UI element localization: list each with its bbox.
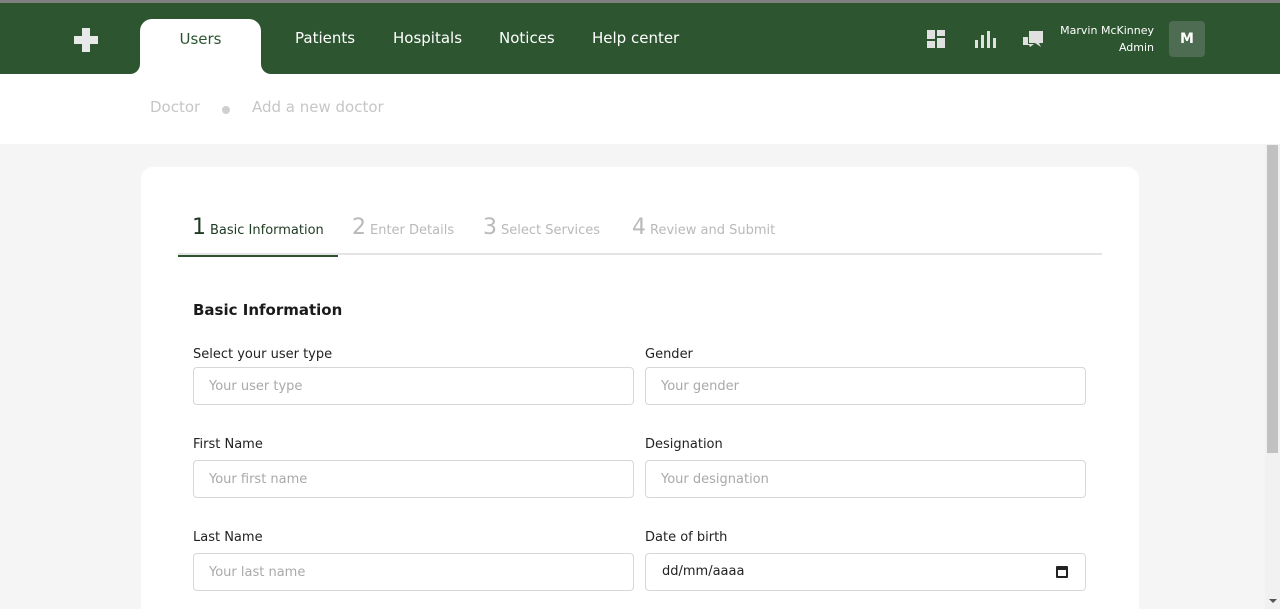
step-label: Select Services	[501, 223, 601, 238]
grid-icon[interactable]	[925, 28, 947, 50]
tab-users[interactable]: Users	[140, 19, 261, 74]
step-enter-details[interactable]: 2 Enter Details	[352, 215, 454, 255]
first-name-input[interactable]	[193, 460, 634, 498]
avatar[interactable]: M	[1169, 21, 1205, 57]
breadcrumb-parent[interactable]: Doctor	[150, 98, 200, 116]
step-number: 2	[352, 215, 366, 240]
gender-label: Gender	[645, 347, 693, 362]
user-type-label: Select your user type	[193, 347, 333, 362]
step-label: Review and Submit	[650, 223, 776, 238]
breadcrumb-current: Add a new doctor	[252, 98, 384, 116]
first-name-label: First Name	[193, 437, 263, 452]
breadcrumb: Doctor Add a new doctor	[0, 74, 1280, 144]
last-name-input[interactable]	[193, 553, 634, 591]
gender-input[interactable]	[645, 367, 1086, 405]
dob-value: dd/mm/aaaa	[662, 564, 745, 579]
dob-input[interactable]: dd/mm/aaaa	[645, 553, 1086, 591]
breadcrumb-separator	[222, 106, 230, 114]
user-name: Marvin McKinney	[1060, 24, 1154, 37]
tab-notices[interactable]: Notices	[499, 3, 555, 74]
step-basic-information[interactable]: 1 Basic Information	[178, 215, 338, 257]
user-role: Admin	[1118, 41, 1154, 54]
tab-hospitals[interactable]: Hospitals	[393, 3, 462, 74]
step-review-and-submit[interactable]: 4 Review and Submit	[632, 215, 775, 255]
tab-help-center[interactable]: Help center	[592, 3, 679, 74]
step-select-services[interactable]: 3 Select Services	[483, 215, 600, 255]
top-navbar: Users Patients Hospitals Notices Help ce…	[0, 3, 1280, 74]
designation-input[interactable]	[645, 460, 1086, 498]
page-scrollbar[interactable]	[1265, 144, 1280, 609]
section-title: Basic Information	[193, 301, 343, 319]
user-type-input[interactable]	[193, 367, 634, 405]
step-label: Enter Details	[370, 223, 455, 238]
bar-chart-icon[interactable]	[974, 28, 996, 50]
medical-cross-logo-icon[interactable]	[74, 28, 98, 52]
step-number: 1	[192, 215, 206, 240]
tab-patients[interactable]: Patients	[295, 3, 355, 74]
dob-label: Date of birth	[645, 530, 728, 545]
chat-icon[interactable]	[1022, 28, 1044, 50]
step-label: Basic Information	[210, 223, 324, 238]
user-info: Marvin McKinney Admin	[1060, 22, 1154, 56]
last-name-label: Last Name	[193, 530, 263, 545]
form-card: 1 Basic Information 2 Enter Details 3 Selec…	[141, 167, 1139, 609]
scroll-down-arrow-icon[interactable]	[1269, 599, 1277, 603]
step-number: 3	[483, 215, 497, 240]
designation-label: Designation	[645, 437, 723, 452]
stepper: 1 Basic Information 2 Enter Details 3 Selec…	[178, 215, 1102, 257]
step-number: 4	[632, 215, 646, 240]
scrollbar-thumb[interactable]	[1267, 145, 1278, 453]
calendar-icon[interactable]	[1056, 566, 1068, 578]
